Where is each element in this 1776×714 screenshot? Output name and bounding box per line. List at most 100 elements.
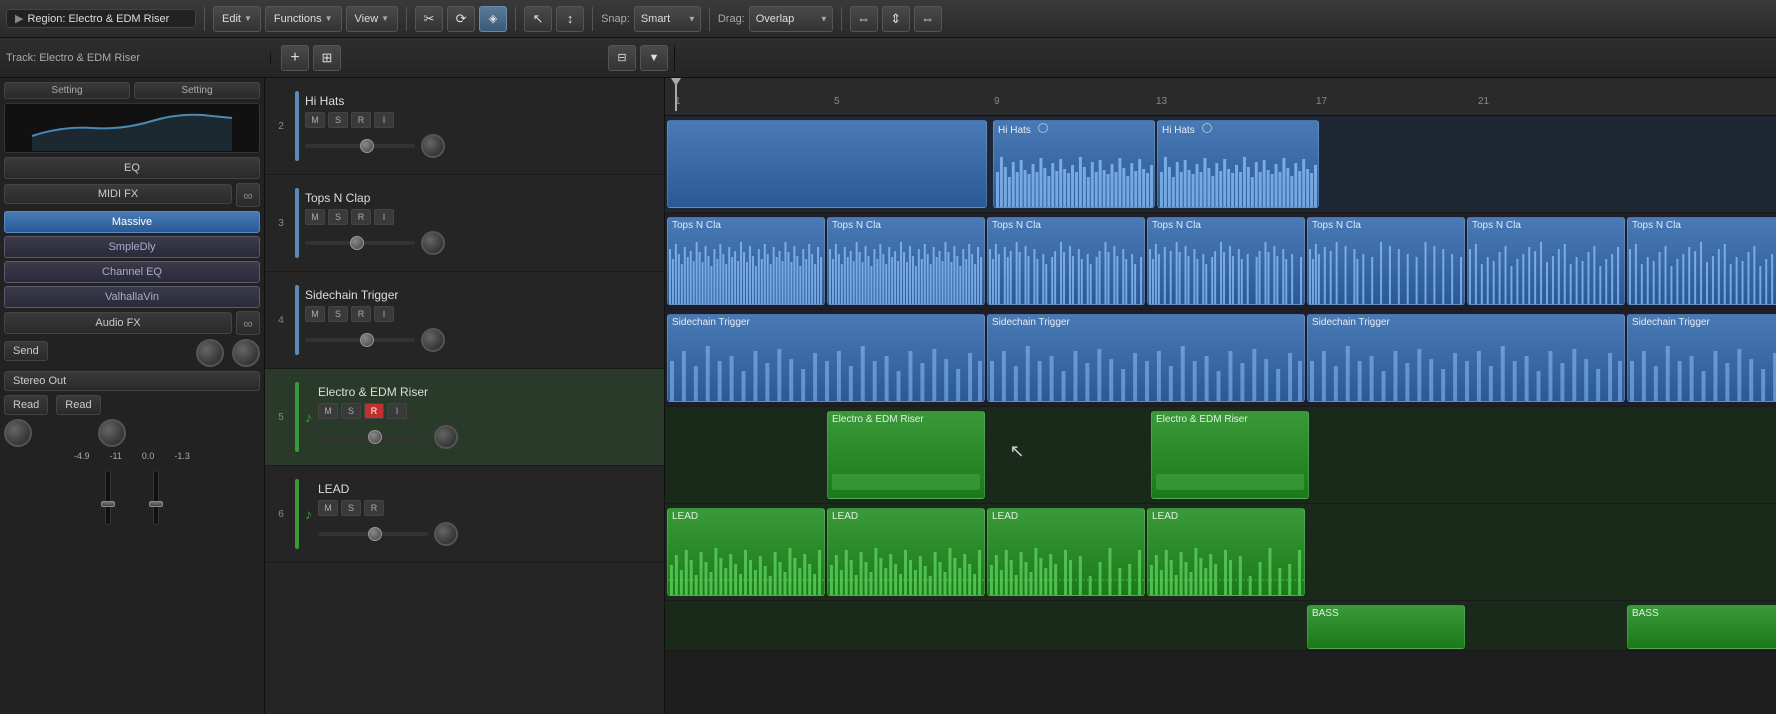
main-knob-1[interactable] — [4, 419, 32, 447]
add-track-button[interactable]: + — [281, 45, 309, 71]
plus-arrow-icon-btn[interactable]: ↕ — [556, 6, 584, 32]
loop-icon-btn[interactable]: ⟳ — [447, 6, 475, 32]
audio-link-icon[interactable]: ∞ — [236, 311, 260, 335]
send-knob-2[interactable] — [232, 339, 260, 367]
input-button[interactable]: I — [374, 306, 394, 322]
volume-fader[interactable] — [305, 241, 415, 245]
mute-button[interactable]: M — [305, 112, 325, 128]
resize-h-icon-btn[interactable]: ⇔ — [914, 6, 942, 32]
volume-fader[interactable] — [318, 435, 428, 439]
tops-clip-2[interactable]: Tops N Cla — [827, 217, 985, 305]
bass-clip-2[interactable]: BASS — [1627, 605, 1776, 649]
smpledly-plugin-button[interactable]: SmpleDly — [4, 236, 260, 258]
drag-select[interactable]: Overlap No Overlap Shuffle — [749, 6, 833, 32]
mute-button[interactable]: M — [318, 403, 338, 419]
hi-hats-clip-1[interactable]: // Generate random waveform bars for(let… — [667, 120, 987, 208]
waveform-svg — [1628, 341, 1776, 401]
expand-button[interactable]: ▼ — [640, 45, 668, 71]
pan-knob[interactable] — [434, 425, 458, 449]
pan-knob[interactable] — [421, 134, 445, 158]
riser-clip-1[interactable]: Electro & EDM Riser — [827, 411, 985, 499]
pan-knob[interactable] — [421, 328, 445, 352]
lead-clip-2[interactable]: LEAD — [827, 508, 985, 596]
volume-fader[interactable] — [305, 338, 415, 342]
input-button[interactable]: I — [387, 403, 407, 419]
mute-button[interactable]: M — [305, 306, 325, 322]
volume-fader[interactable] — [318, 532, 428, 536]
link-icon[interactable]: ∞ — [236, 183, 260, 207]
functions-button[interactable]: Functions ▼ — [265, 6, 342, 32]
tops-clip-4[interactable]: Tops N Cla — [1147, 217, 1305, 305]
solo-button[interactable]: S — [328, 112, 348, 128]
scissors-icon-btn[interactable]: ✂ — [415, 6, 443, 32]
tops-clip-6[interactable]: Tops N Cla — [1467, 217, 1625, 305]
setting-btn-1[interactable]: Setting — [4, 82, 130, 99]
fader-track-2[interactable] — [153, 470, 159, 525]
lead-clip-3[interactable]: LEAD — [987, 508, 1145, 596]
stereo-out-button[interactable]: Stereo Out — [4, 371, 260, 391]
read-btn-1[interactable]: Read — [4, 395, 48, 415]
record-button[interactable]: R — [351, 306, 371, 322]
input-button[interactable]: I — [374, 209, 394, 225]
region-arrow[interactable]: ▶ — [15, 12, 23, 25]
lead-clip-1[interactable]: LEAD — [667, 508, 825, 596]
channeleq-plugin-button[interactable]: Channel EQ — [4, 261, 260, 283]
tops-clip-3[interactable]: Tops N Cla — [987, 217, 1145, 305]
mute-button[interactable]: M — [305, 209, 325, 225]
fader-area — [4, 465, 260, 525]
valhallavin-plugin-button[interactable]: ValhallaVin — [4, 286, 260, 308]
track-color-bar — [295, 382, 299, 452]
resize-icon-btn[interactable]: ⇔ — [850, 6, 878, 32]
lead-clip-4[interactable]: LEAD — [1147, 508, 1305, 596]
clip-label: Sidechain Trigger — [1628, 315, 1776, 330]
ruler-mark-13: 13 — [1156, 96, 1167, 107]
riser-clip-2[interactable]: Electro & EDM Riser — [1151, 411, 1309, 499]
solo-button[interactable]: S — [341, 403, 361, 419]
view-button[interactable]: View ▼ — [346, 6, 399, 32]
read-btn-2[interactable]: Read — [56, 395, 100, 415]
hi-hats-clip-2[interactable]: Hi Hats — [993, 120, 1155, 208]
tops-clip-5[interactable]: Tops N Cla — [1307, 217, 1465, 305]
filter-button[interactable]: ⊟ — [608, 45, 636, 71]
solo-button[interactable]: S — [341, 500, 361, 516]
pointer-icon-btn[interactable]: ↖ — [524, 6, 552, 32]
midi-icon-btn[interactable]: ◈ — [479, 6, 507, 32]
record-button[interactable]: R — [351, 209, 371, 225]
pan-knob[interactable] — [434, 522, 458, 546]
tops-clip-1[interactable]: Tops N Cla — [667, 217, 825, 305]
send-button[interactable]: Send — [4, 341, 48, 361]
main-knob-2[interactable] — [98, 419, 126, 447]
record-button[interactable]: R — [364, 403, 384, 419]
tops-clip-7[interactable]: Tops N Cla — [1627, 217, 1776, 305]
loop-track-button[interactable]: ⊞ — [313, 45, 341, 71]
secondary-toolbar: Track: Electro & EDM Riser + ⊞ ⊟ ▼ — [0, 38, 1776, 78]
input-button[interactable]: I — [374, 112, 394, 128]
arrangement-area[interactable]: 1 5 9 13 17 21 — [665, 78, 1776, 714]
snap-select[interactable]: Smart Bar Beat Division — [634, 6, 701, 32]
pan-knob[interactable] — [421, 231, 445, 255]
waveform-svg — [1158, 152, 1318, 207]
mute-button[interactable]: M — [318, 500, 338, 516]
edit-button[interactable]: Edit ▼ — [213, 6, 261, 32]
eq-button[interactable]: EQ — [4, 157, 260, 179]
midi-fx-button[interactable]: MIDI FX — [4, 184, 232, 204]
record-button[interactable]: R — [364, 500, 384, 516]
solo-button[interactable]: S — [328, 209, 348, 225]
bass-clip-1[interactable]: BASS — [1307, 605, 1465, 649]
hi-hats-clip-3[interactable]: Hi Hats — [1157, 120, 1319, 208]
sidechain-clip-1[interactable]: Sidechain Trigger — [667, 314, 985, 402]
setting-btn-2[interactable]: Setting — [134, 82, 260, 99]
solo-button[interactable]: S — [328, 306, 348, 322]
sidechain-clip-2[interactable]: Sidechain Trigger — [987, 314, 1305, 402]
send-knob-1[interactable] — [196, 339, 224, 367]
massive-plugin-button[interactable]: Massive — [4, 211, 260, 233]
fader-track-1[interactable] — [105, 470, 111, 525]
audio-fx-button[interactable]: Audio FX — [4, 312, 232, 334]
sidechain-clip-4[interactable]: Sidechain Trigger — [1627, 314, 1776, 402]
volume-fader[interactable] — [305, 144, 415, 148]
ruler-mark-17: 17 — [1316, 96, 1327, 107]
sidechain-clip-3[interactable]: Sidechain Trigger — [1307, 314, 1625, 402]
record-button[interactable]: R — [351, 112, 371, 128]
track-row: 6 ♪ LEAD M S R — [265, 466, 664, 563]
resize-v-icon-btn[interactable]: ⇕ — [882, 6, 910, 32]
